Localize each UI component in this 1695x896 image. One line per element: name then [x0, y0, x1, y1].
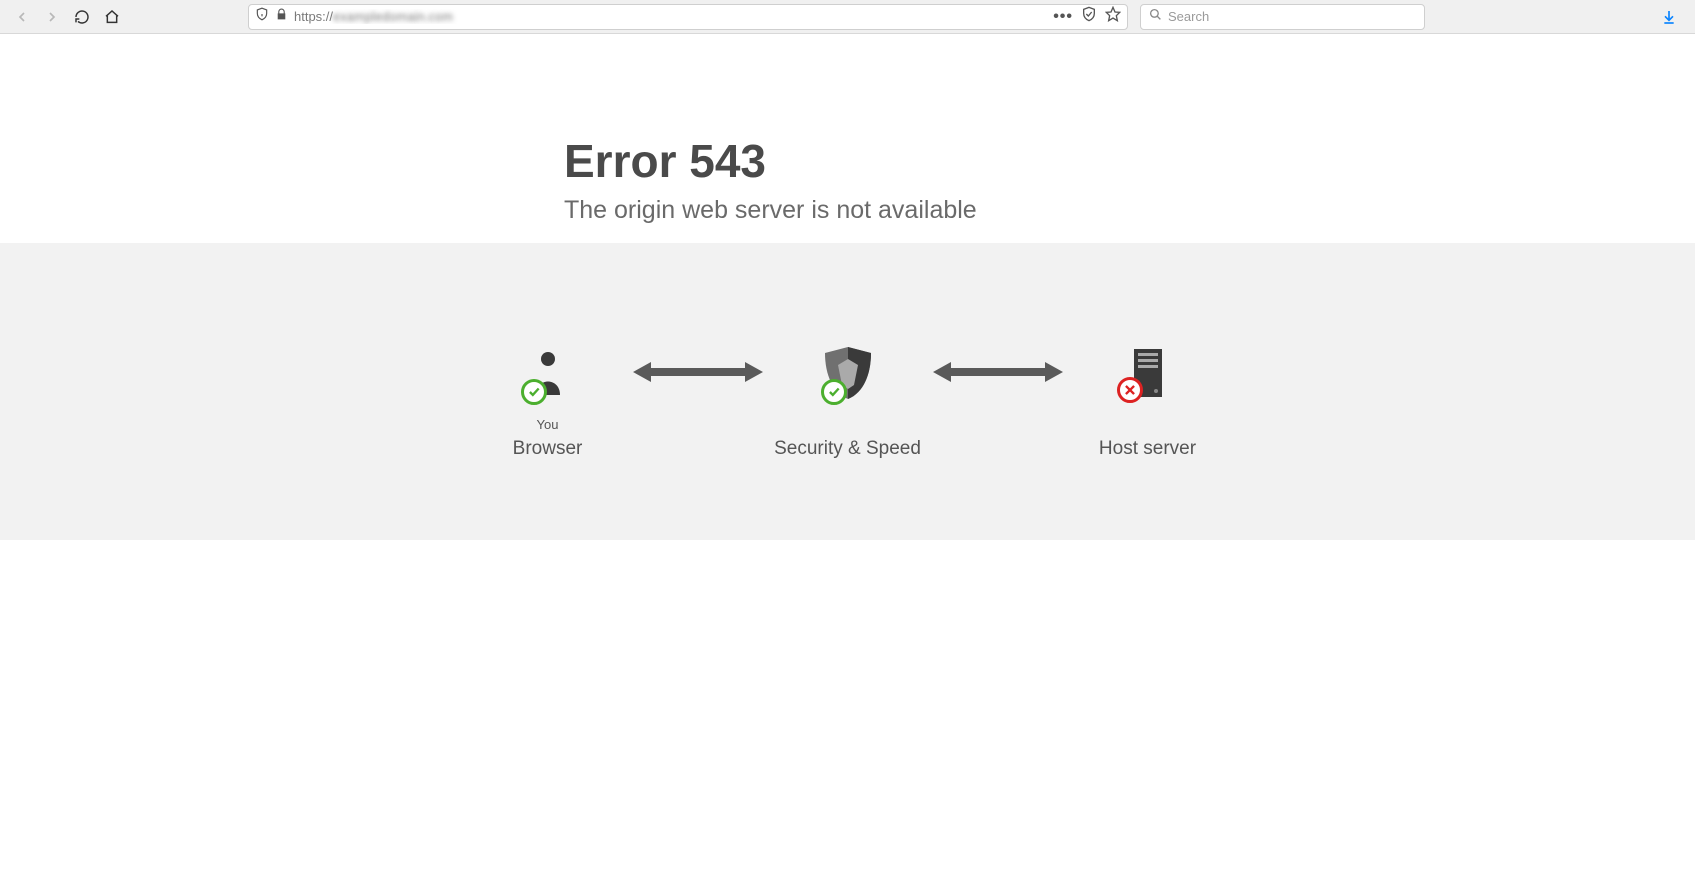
node-bottom-label: Host server [1099, 438, 1196, 460]
diagram-section: You Browser [0, 243, 1695, 540]
search-bar[interactable] [1140, 4, 1425, 30]
bookmark-star-icon[interactable] [1105, 6, 1121, 27]
double-arrow-icon [928, 361, 1068, 383]
double-arrow-icon [628, 361, 768, 383]
shield-info-icon[interactable] [255, 7, 269, 26]
toolbar-right [1655, 3, 1687, 31]
reader-icon[interactable] [1081, 6, 1097, 27]
error-subtitle: The origin web server is not available [564, 196, 1134, 243]
node-top-label: You [537, 417, 559, 432]
check-badge-icon [521, 379, 547, 405]
diagram-node-security: Security & Speed [768, 343, 928, 460]
error-title: Error 543 [564, 134, 1134, 188]
downloads-button[interactable] [1655, 3, 1683, 31]
header-section: Error 543 The origin web server is not a… [0, 34, 1695, 243]
url-security-icons [255, 7, 288, 26]
home-button[interactable] [98, 3, 126, 31]
node-bottom-label: Browser [513, 438, 583, 460]
url-bar[interactable]: https://exampledomain.com ••• [248, 4, 1128, 30]
diagram-node-server: Host server [1068, 343, 1228, 460]
check-badge-icon [821, 379, 847, 405]
node-bottom-label: Security & Speed [774, 438, 921, 460]
lock-icon[interactable] [275, 8, 288, 26]
reload-button[interactable] [68, 3, 96, 31]
error-badge-icon [1117, 377, 1143, 403]
diagram-node-browser: You Browser [468, 343, 628, 460]
page: Error 543 The origin web server is not a… [0, 34, 1695, 540]
browser-toolbar: https://exampledomain.com ••• [0, 0, 1695, 34]
connection-diagram: You Browser [0, 343, 1695, 460]
nav-buttons [8, 3, 126, 31]
shield-icon [813, 343, 883, 403]
search-input[interactable] [1168, 9, 1416, 24]
url-action-icons: ••• [1053, 6, 1121, 27]
user-icon [513, 343, 583, 403]
back-button[interactable] [8, 3, 36, 31]
more-icon[interactable]: ••• [1053, 8, 1073, 26]
url-text: https://exampledomain.com [294, 9, 1047, 24]
server-icon [1113, 343, 1183, 403]
search-icon [1149, 8, 1162, 26]
forward-button[interactable] [38, 3, 66, 31]
